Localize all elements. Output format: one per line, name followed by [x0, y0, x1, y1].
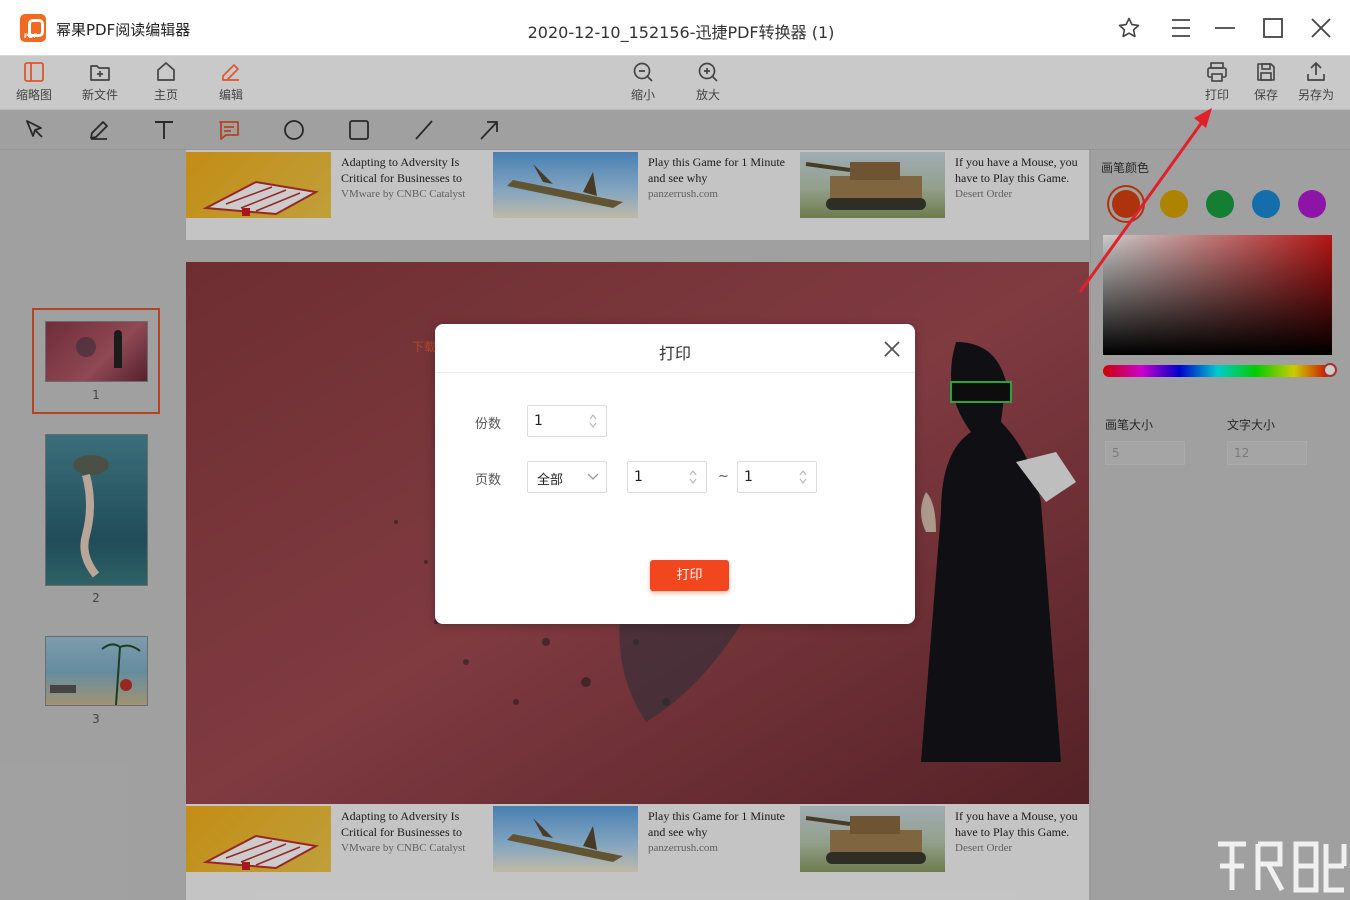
new-file-label: 新文件: [81, 88, 118, 102]
copies-label: 份数: [475, 417, 502, 432]
print-dialog: 打印 份数 1 页数 全部 1 ~ 1 打印: [435, 324, 915, 624]
range-separator: ~: [718, 469, 729, 484]
save-as-button[interactable]: 另存为: [1288, 60, 1344, 106]
print-toolbar-button[interactable]: 打印: [1189, 60, 1245, 106]
edit-label: 编辑: [218, 88, 243, 102]
pages-label: 页数: [475, 473, 502, 488]
zoom-out-button[interactable]: 缩小: [615, 60, 671, 106]
close-dialog-icon[interactable]: [881, 338, 903, 360]
zoom-in-icon: [698, 62, 718, 82]
print-icon: [1207, 62, 1227, 82]
to-page-value: 1: [744, 469, 753, 485]
from-page-stepper[interactable]: 1: [627, 461, 707, 493]
print-dialog-title: 打印: [658, 344, 691, 363]
zoom-in-label: 放大: [695, 88, 720, 102]
title-bar: PDF 幂果PDF阅读编辑器 2020-12-10_152156-迅捷PDF转换…: [0, 0, 1350, 56]
page-range-select[interactable]: 全部: [527, 461, 607, 493]
zoom-out-label: 缩小: [630, 88, 655, 102]
save-label: 保存: [1253, 88, 1278, 102]
save-icon: [1257, 63, 1275, 81]
main-toolbar: 缩略图 新文件 主页 编辑 缩小 放大 打印 保存 另存为: [0, 56, 1350, 110]
zoom-in-button[interactable]: 放大: [680, 60, 736, 106]
watermark-logo: [1218, 841, 1347, 893]
stepper-arrows-icon[interactable]: [798, 468, 808, 486]
new-file-button[interactable]: 新文件: [72, 60, 128, 106]
save-as-label: 另存为: [1297, 88, 1334, 102]
maximize-icon[interactable]: [1258, 12, 1288, 44]
favorite-star-icon[interactable]: [1114, 12, 1144, 44]
new-file-icon: [90, 65, 110, 81]
to-page-stepper[interactable]: 1: [737, 461, 817, 493]
page-range-value: 全部: [537, 473, 564, 488]
zoom-out-icon: [633, 62, 653, 82]
edit-icon: [222, 64, 239, 81]
thumbnail-button[interactable]: 缩略图: [6, 60, 62, 106]
chevron-down-icon: [587, 473, 599, 480]
copies-stepper[interactable]: 1: [527, 405, 607, 437]
thumbnail-icon: [24, 62, 44, 82]
home-icon: [157, 62, 175, 81]
dialog-divider: [435, 372, 915, 373]
print-toolbar-label: 打印: [1204, 88, 1229, 102]
home-label: 主页: [153, 88, 178, 102]
home-button[interactable]: 主页: [138, 60, 194, 106]
menu-icon[interactable]: [1166, 12, 1196, 44]
print-confirm-button[interactable]: 打印: [650, 560, 729, 591]
save-button[interactable]: 保存: [1238, 60, 1294, 106]
edit-button[interactable]: 编辑: [203, 60, 259, 106]
close-window-icon[interactable]: [1306, 12, 1336, 44]
minimize-icon[interactable]: [1210, 12, 1240, 44]
stepper-arrows-icon[interactable]: [688, 468, 698, 486]
stepper-arrows-icon[interactable]: [588, 412, 598, 430]
copies-value: 1: [534, 413, 543, 429]
from-page-value: 1: [634, 469, 643, 485]
thumbnail-label: 缩略图: [15, 88, 52, 102]
export-icon: [1307, 62, 1325, 81]
document-title: 2020-12-10_152156-迅捷PDF转换器 (1): [527, 23, 835, 42]
